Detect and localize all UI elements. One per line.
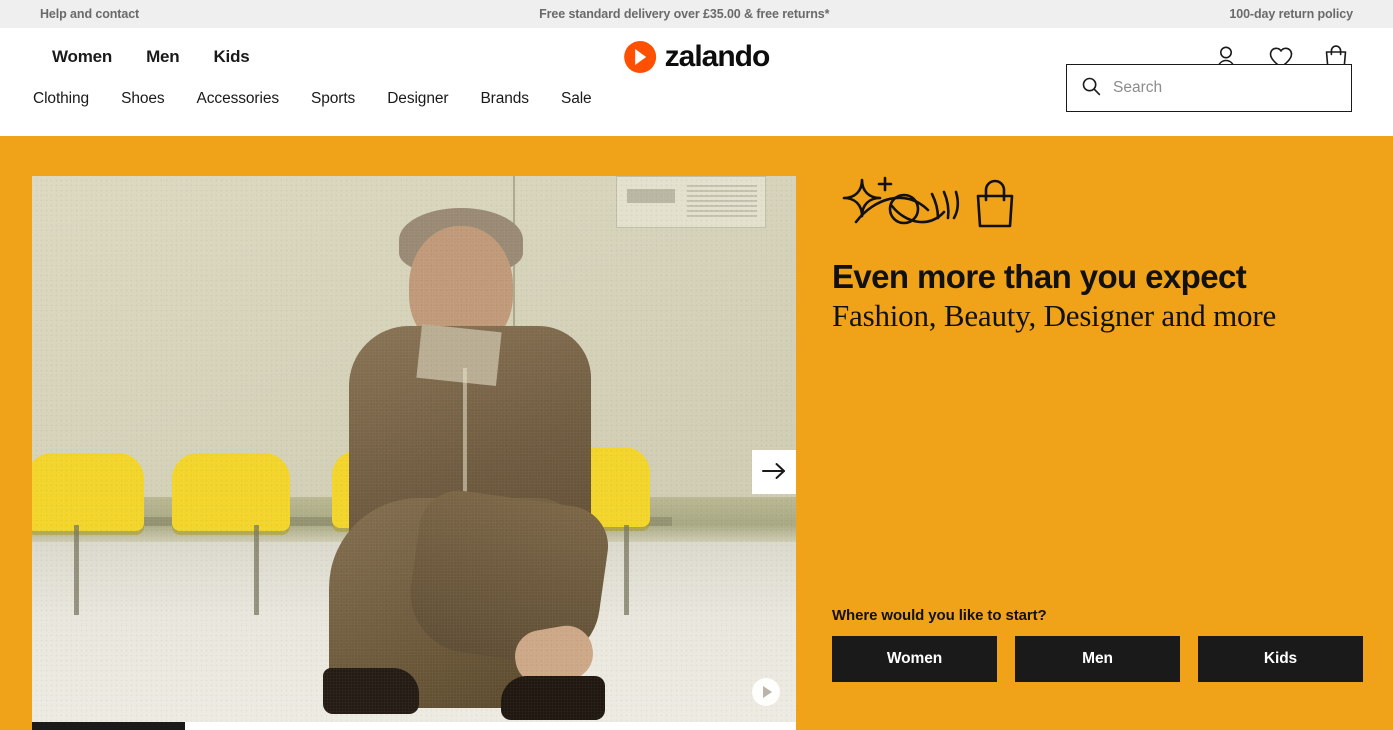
hero-content: Even more than you expect Fashion, Beaut… (796, 136, 1393, 730)
secondary-nav-item-sports[interactable]: Sports (311, 90, 355, 108)
site-header: Women Men Kids zalando Clothing Shoes Ac… (0, 28, 1393, 136)
help-and-contact-link[interactable]: Help and contact (40, 7, 139, 21)
cta-button-men[interactable]: Men (1015, 636, 1180, 682)
search-input[interactable] (1113, 79, 1337, 97)
zalando-logo[interactable]: zalando (623, 40, 771, 74)
photo-grain-overlay (32, 176, 796, 730)
carousel-progress-fill (32, 722, 185, 730)
secondary-nav-item-designer[interactable]: Designer (387, 90, 448, 108)
header-secondary-row: Clothing Shoes Accessories Sports Design… (0, 64, 1393, 136)
secondary-nav-item-sale[interactable]: Sale (561, 90, 592, 108)
cta-button-women[interactable]: Women (832, 636, 997, 682)
cta-button-kids[interactable]: Kids (1198, 636, 1363, 682)
hero-carousel-media[interactable] (32, 176, 796, 730)
video-play-button[interactable] (752, 678, 780, 706)
hero-banner: Even more than you expect Fashion, Beaut… (0, 136, 1393, 730)
primary-nav-item-men[interactable]: Men (146, 47, 180, 67)
secondary-nav-item-accessories[interactable]: Accessories (197, 90, 280, 108)
arrow-right-icon (761, 461, 787, 484)
carousel-next-button[interactable] (752, 450, 796, 494)
secondary-nav-item-brands[interactable]: Brands (480, 90, 529, 108)
secondary-nav-item-clothing[interactable]: Clothing (33, 90, 89, 108)
primary-nav-item-women[interactable]: Women (52, 47, 112, 67)
return-policy-notice: 100-day return policy (1229, 7, 1353, 21)
primary-nav-item-kids[interactable]: Kids (213, 47, 249, 67)
search-icon (1081, 76, 1101, 101)
hero-subtitle: Fashion, Beauty, Designer and more (832, 298, 1277, 334)
zalando-logo-text: zalando (664, 40, 771, 73)
sparkle-eye-bag-icon (832, 176, 1363, 237)
hero-spacer (832, 336, 1363, 607)
start-prompt: Where would you like to start? (832, 607, 1047, 624)
hero-title: Even more than you expect (832, 258, 1247, 295)
utility-bar: Help and contact Free standard delivery … (0, 0, 1393, 28)
secondary-nav: Clothing Shoes Accessories Sports Design… (0, 86, 592, 108)
hero-image (32, 176, 796, 730)
hero-cta-group: Women Men Kids (832, 636, 1363, 730)
delivery-notice: Free standard delivery over £35.00 & fre… (539, 7, 830, 21)
primary-nav: Women Men Kids (0, 47, 250, 67)
search-box[interactable] (1066, 64, 1352, 112)
zalando-logo-mark-icon (623, 41, 656, 73)
secondary-nav-item-shoes[interactable]: Shoes (121, 90, 165, 108)
carousel-progress-track[interactable] (32, 722, 796, 730)
